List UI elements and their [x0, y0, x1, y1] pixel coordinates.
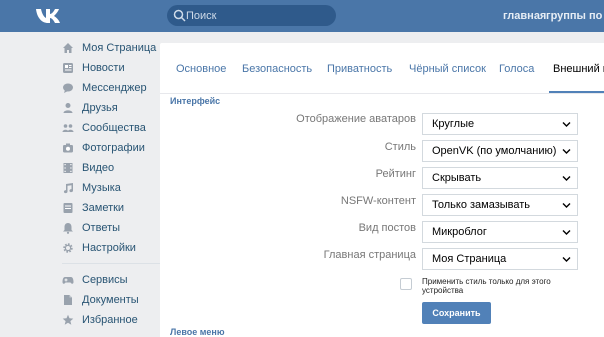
tab-security[interactable]: Безопасность: [242, 63, 312, 77]
sidebar-item-video[interactable]: Видео: [82, 160, 160, 176]
gamepad-icon: [62, 277, 74, 284]
home-page-value: Моя Страница: [432, 253, 507, 265]
sidebar-item-favorites[interactable]: Избранное: [82, 312, 160, 328]
style-value: OpenVK (по умолчанию): [432, 145, 557, 157]
chevron-down-icon: [562, 230, 571, 235]
avatar-display-select[interactable]: Круглые: [422, 113, 578, 135]
nsfw-label: NSFW-контент: [340, 195, 416, 207]
sidebar-item-communities[interactable]: Сообщества: [82, 120, 160, 136]
sidebar-item-settings[interactable]: Настройки: [82, 240, 160, 256]
active-tab-indicator: [549, 91, 604, 93]
style-select[interactable]: OpenVK (по умолчанию): [422, 140, 578, 162]
sidebar-item-documents[interactable]: Документы: [82, 292, 160, 308]
sidebar-item-friends[interactable]: Друзья: [82, 100, 160, 116]
star-icon: [62, 314, 74, 325]
rating-label: Рейтинг: [375, 168, 416, 180]
bell-icon: [63, 223, 73, 234]
document-icon: [64, 295, 72, 305]
sidebar-item-music[interactable]: Музыка: [82, 180, 160, 196]
style-label: Стиль: [384, 141, 416, 153]
tab-general[interactable]: Основное: [176, 63, 226, 77]
device-only-style-label: Применить стиль только для этого устройс…: [422, 277, 551, 295]
news-icon: [63, 63, 73, 73]
groups-icon: [62, 124, 74, 132]
save-button[interactable]: Сохранить: [422, 302, 491, 324]
section-title-interface: Интерфейс: [170, 96, 221, 106]
search-icon: [173, 9, 186, 22]
search-input[interactable]: [186, 5, 331, 26]
nsfw-select[interactable]: Только замазывать: [422, 194, 578, 216]
tab-privacy[interactable]: Приватность: [327, 63, 392, 77]
chevron-down-icon: [562, 122, 571, 127]
post-view-value: Микроблог: [432, 226, 487, 238]
chevron-down-icon: [562, 176, 571, 181]
section-title-left-menu: Левое меню: [170, 327, 225, 337]
rating-select[interactable]: Скрывать: [422, 167, 578, 189]
rating-value: Скрывать: [432, 172, 482, 184]
sidebar-item-services[interactable]: Сервисы: [82, 272, 160, 288]
device-only-style-checkbox[interactable]: [400, 278, 412, 290]
sidebar-item-notes[interactable]: Заметки: [82, 200, 160, 216]
messenger-icon: [63, 83, 73, 93]
gear-icon: [63, 243, 73, 253]
friend-icon: [63, 103, 73, 113]
sidebar-item-news[interactable]: Новости: [82, 60, 160, 76]
avatar-display-label: Отображение аватаров: [296, 113, 416, 125]
post-view-select[interactable]: Микроблог: [422, 221, 578, 243]
camera-icon: [63, 143, 73, 153]
music-icon: [63, 183, 74, 194]
tab-appearance[interactable]: Внешний ви: [553, 63, 604, 77]
settings-tabs: Основное Безопасность Приватность Чёрный…: [160, 43, 604, 94]
chevron-down-icon: [562, 149, 571, 154]
home-icon: [63, 43, 73, 53]
chevron-down-icon: [562, 203, 571, 208]
left-sidebar: Моя Страница Новости Мессенджер Друзья С…: [0, 32, 160, 337]
video-icon: [63, 163, 73, 173]
tab-blacklist[interactable]: Чёрный список: [409, 63, 486, 77]
tab-votes[interactable]: Голоса: [499, 63, 534, 77]
avatar-display-value: Круглые: [432, 118, 475, 130]
sidebar-item-messenger[interactable]: Мессенджер: [82, 80, 160, 96]
nsfw-value: Только замазывать: [432, 199, 531, 211]
home-page-select[interactable]: Моя Страница: [422, 248, 578, 270]
notes-icon: [63, 203, 73, 213]
vk-logo-icon[interactable]: [35, 7, 61, 25]
topnav-groups-link[interactable]: группы: [546, 10, 586, 24]
sidebar-separator: [62, 263, 160, 264]
home-page-label: Главная страница: [323, 249, 416, 261]
topnav-home-link[interactable]: главная: [503, 10, 546, 24]
sidebar-item-my-page[interactable]: Моя Страница: [82, 40, 160, 56]
settings-panel: Основное Безопасность Приватность Чёрный…: [160, 43, 604, 337]
sidebar-item-answers[interactable]: Ответы: [82, 220, 160, 236]
sidebar-item-photos[interactable]: Фотографии: [82, 140, 160, 156]
topnav-more-link[interactable]: по: [589, 10, 602, 24]
chevron-down-icon: [562, 257, 571, 262]
post-view-label: Вид постов: [358, 222, 416, 234]
top-header: главная группы по: [0, 0, 604, 32]
